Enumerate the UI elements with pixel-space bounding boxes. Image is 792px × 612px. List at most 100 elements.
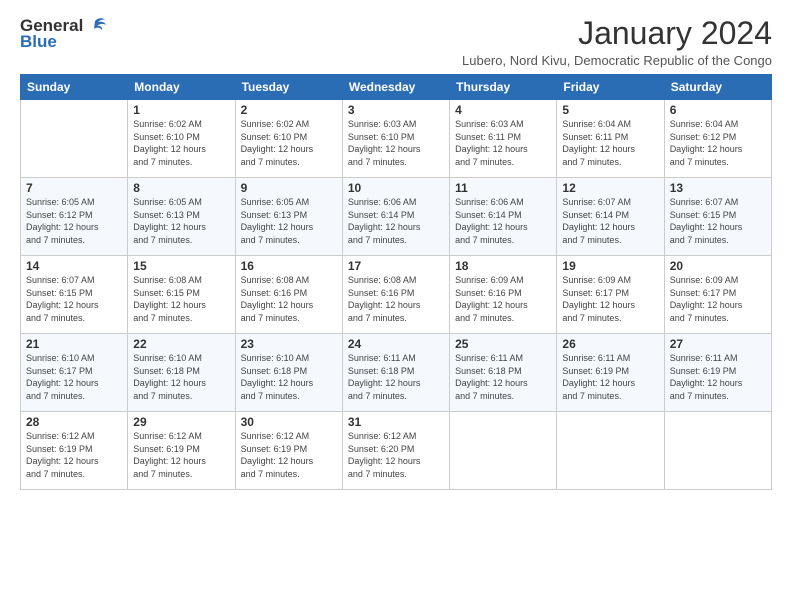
calendar-cell (664, 412, 771, 490)
day-info: Sunrise: 6:09 AM Sunset: 6:17 PM Dayligh… (562, 274, 658, 324)
day-info: Sunrise: 6:07 AM Sunset: 6:15 PM Dayligh… (670, 196, 766, 246)
logo-bird-icon (85, 17, 107, 35)
day-number: 5 (562, 103, 658, 117)
location-title: Lubero, Nord Kivu, Democratic Republic o… (462, 53, 772, 68)
day-info: Sunrise: 6:09 AM Sunset: 6:17 PM Dayligh… (670, 274, 766, 324)
day-number: 15 (133, 259, 229, 273)
calendar-cell: 27Sunrise: 6:11 AM Sunset: 6:19 PM Dayli… (664, 334, 771, 412)
col-tuesday: Tuesday (235, 75, 342, 100)
calendar-cell: 5Sunrise: 6:04 AM Sunset: 6:11 PM Daylig… (557, 100, 664, 178)
col-monday: Monday (128, 75, 235, 100)
header: General Blue January 2024 Lubero, Nord K… (20, 16, 772, 68)
col-sunday: Sunday (21, 75, 128, 100)
day-info: Sunrise: 6:07 AM Sunset: 6:15 PM Dayligh… (26, 274, 122, 324)
day-number: 16 (241, 259, 337, 273)
day-number: 13 (670, 181, 766, 195)
calendar-cell: 1Sunrise: 6:02 AM Sunset: 6:10 PM Daylig… (128, 100, 235, 178)
day-info: Sunrise: 6:11 AM Sunset: 6:18 PM Dayligh… (348, 352, 444, 402)
day-number: 19 (562, 259, 658, 273)
col-saturday: Saturday (664, 75, 771, 100)
day-number: 17 (348, 259, 444, 273)
calendar-cell: 18Sunrise: 6:09 AM Sunset: 6:16 PM Dayli… (450, 256, 557, 334)
calendar-header-row: Sunday Monday Tuesday Wednesday Thursday… (21, 75, 772, 100)
calendar-cell (450, 412, 557, 490)
calendar-cell: 7Sunrise: 6:05 AM Sunset: 6:12 PM Daylig… (21, 178, 128, 256)
day-info: Sunrise: 6:12 AM Sunset: 6:19 PM Dayligh… (26, 430, 122, 480)
day-number: 22 (133, 337, 229, 351)
calendar-week-row: 28Sunrise: 6:12 AM Sunset: 6:19 PM Dayli… (21, 412, 772, 490)
day-number: 6 (670, 103, 766, 117)
day-number: 23 (241, 337, 337, 351)
day-number: 25 (455, 337, 551, 351)
day-info: Sunrise: 6:10 AM Sunset: 6:17 PM Dayligh… (26, 352, 122, 402)
day-info: Sunrise: 6:08 AM Sunset: 6:15 PM Dayligh… (133, 274, 229, 324)
page: General Blue January 2024 Lubero, Nord K… (0, 0, 792, 612)
calendar-cell: 28Sunrise: 6:12 AM Sunset: 6:19 PM Dayli… (21, 412, 128, 490)
calendar-cell: 21Sunrise: 6:10 AM Sunset: 6:17 PM Dayli… (21, 334, 128, 412)
day-info: Sunrise: 6:10 AM Sunset: 6:18 PM Dayligh… (133, 352, 229, 402)
day-info: Sunrise: 6:08 AM Sunset: 6:16 PM Dayligh… (348, 274, 444, 324)
calendar-cell: 11Sunrise: 6:06 AM Sunset: 6:14 PM Dayli… (450, 178, 557, 256)
calendar-cell: 12Sunrise: 6:07 AM Sunset: 6:14 PM Dayli… (557, 178, 664, 256)
day-info: Sunrise: 6:06 AM Sunset: 6:14 PM Dayligh… (455, 196, 551, 246)
month-title: January 2024 (462, 16, 772, 51)
calendar-week-row: 21Sunrise: 6:10 AM Sunset: 6:17 PM Dayli… (21, 334, 772, 412)
calendar-week-row: 14Sunrise: 6:07 AM Sunset: 6:15 PM Dayli… (21, 256, 772, 334)
day-info: Sunrise: 6:04 AM Sunset: 6:12 PM Dayligh… (670, 118, 766, 168)
calendar-cell: 22Sunrise: 6:10 AM Sunset: 6:18 PM Dayli… (128, 334, 235, 412)
day-number: 12 (562, 181, 658, 195)
day-info: Sunrise: 6:07 AM Sunset: 6:14 PM Dayligh… (562, 196, 658, 246)
day-info: Sunrise: 6:04 AM Sunset: 6:11 PM Dayligh… (562, 118, 658, 168)
calendar-week-row: 1Sunrise: 6:02 AM Sunset: 6:10 PM Daylig… (21, 100, 772, 178)
calendar-cell: 19Sunrise: 6:09 AM Sunset: 6:17 PM Dayli… (557, 256, 664, 334)
day-number: 2 (241, 103, 337, 117)
calendar-cell: 10Sunrise: 6:06 AM Sunset: 6:14 PM Dayli… (342, 178, 449, 256)
day-info: Sunrise: 6:02 AM Sunset: 6:10 PM Dayligh… (241, 118, 337, 168)
logo-text-blue: Blue (20, 32, 57, 52)
day-info: Sunrise: 6:05 AM Sunset: 6:13 PM Dayligh… (241, 196, 337, 246)
day-info: Sunrise: 6:03 AM Sunset: 6:11 PM Dayligh… (455, 118, 551, 168)
title-block: January 2024 Lubero, Nord Kivu, Democrat… (462, 16, 772, 68)
calendar-cell: 25Sunrise: 6:11 AM Sunset: 6:18 PM Dayli… (450, 334, 557, 412)
day-number: 30 (241, 415, 337, 429)
day-info: Sunrise: 6:11 AM Sunset: 6:19 PM Dayligh… (670, 352, 766, 402)
day-number: 10 (348, 181, 444, 195)
day-number: 9 (241, 181, 337, 195)
col-wednesday: Wednesday (342, 75, 449, 100)
calendar-table: Sunday Monday Tuesday Wednesday Thursday… (20, 74, 772, 490)
calendar-cell: 3Sunrise: 6:03 AM Sunset: 6:10 PM Daylig… (342, 100, 449, 178)
calendar-week-row: 7Sunrise: 6:05 AM Sunset: 6:12 PM Daylig… (21, 178, 772, 256)
calendar-cell: 17Sunrise: 6:08 AM Sunset: 6:16 PM Dayli… (342, 256, 449, 334)
day-number: 24 (348, 337, 444, 351)
calendar-cell: 31Sunrise: 6:12 AM Sunset: 6:20 PM Dayli… (342, 412, 449, 490)
calendar-cell: 23Sunrise: 6:10 AM Sunset: 6:18 PM Dayli… (235, 334, 342, 412)
day-number: 20 (670, 259, 766, 273)
day-number: 4 (455, 103, 551, 117)
day-info: Sunrise: 6:03 AM Sunset: 6:10 PM Dayligh… (348, 118, 444, 168)
calendar-cell: 30Sunrise: 6:12 AM Sunset: 6:19 PM Dayli… (235, 412, 342, 490)
day-number: 14 (26, 259, 122, 273)
day-info: Sunrise: 6:02 AM Sunset: 6:10 PM Dayligh… (133, 118, 229, 168)
calendar-cell: 14Sunrise: 6:07 AM Sunset: 6:15 PM Dayli… (21, 256, 128, 334)
calendar-cell: 16Sunrise: 6:08 AM Sunset: 6:16 PM Dayli… (235, 256, 342, 334)
calendar-cell: 20Sunrise: 6:09 AM Sunset: 6:17 PM Dayli… (664, 256, 771, 334)
calendar-cell: 24Sunrise: 6:11 AM Sunset: 6:18 PM Dayli… (342, 334, 449, 412)
day-number: 29 (133, 415, 229, 429)
calendar-cell: 8Sunrise: 6:05 AM Sunset: 6:13 PM Daylig… (128, 178, 235, 256)
col-friday: Friday (557, 75, 664, 100)
day-info: Sunrise: 6:06 AM Sunset: 6:14 PM Dayligh… (348, 196, 444, 246)
day-info: Sunrise: 6:08 AM Sunset: 6:16 PM Dayligh… (241, 274, 337, 324)
day-number: 11 (455, 181, 551, 195)
calendar-cell: 26Sunrise: 6:11 AM Sunset: 6:19 PM Dayli… (557, 334, 664, 412)
day-info: Sunrise: 6:05 AM Sunset: 6:12 PM Dayligh… (26, 196, 122, 246)
calendar-cell: 13Sunrise: 6:07 AM Sunset: 6:15 PM Dayli… (664, 178, 771, 256)
calendar-cell: 6Sunrise: 6:04 AM Sunset: 6:12 PM Daylig… (664, 100, 771, 178)
calendar-cell: 2Sunrise: 6:02 AM Sunset: 6:10 PM Daylig… (235, 100, 342, 178)
day-info: Sunrise: 6:05 AM Sunset: 6:13 PM Dayligh… (133, 196, 229, 246)
logo: General Blue (20, 16, 107, 52)
calendar-cell: 9Sunrise: 6:05 AM Sunset: 6:13 PM Daylig… (235, 178, 342, 256)
day-number: 28 (26, 415, 122, 429)
calendar-cell: 15Sunrise: 6:08 AM Sunset: 6:15 PM Dayli… (128, 256, 235, 334)
day-info: Sunrise: 6:11 AM Sunset: 6:18 PM Dayligh… (455, 352, 551, 402)
day-number: 27 (670, 337, 766, 351)
